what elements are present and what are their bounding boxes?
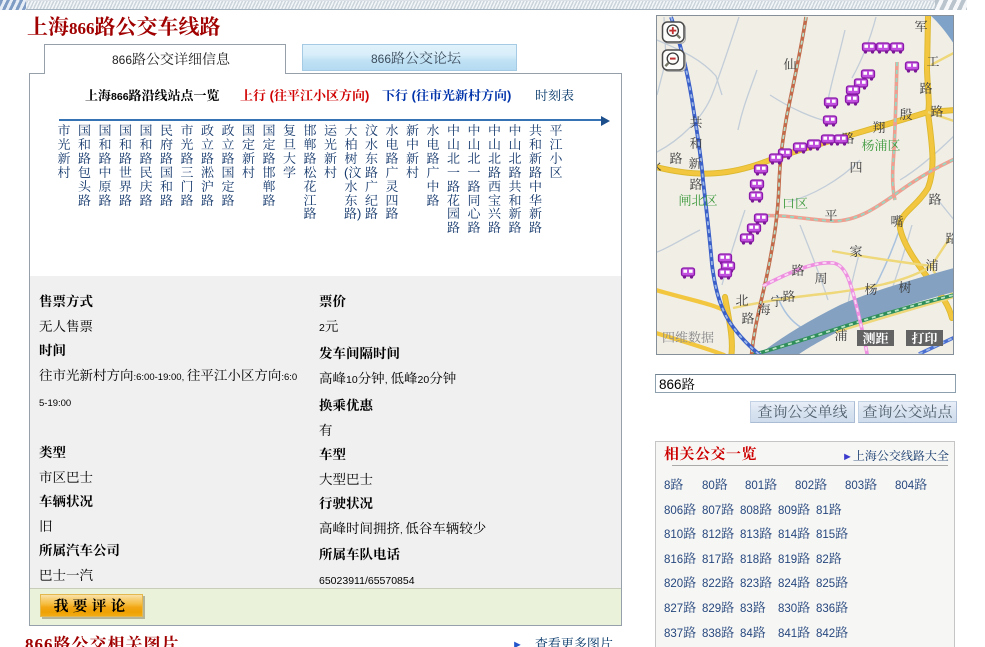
svg-text:周: 周 <box>814 268 827 287</box>
svg-text:和: 和 <box>689 133 702 152</box>
svg-text:路: 路 <box>930 101 943 120</box>
svg-text:新: 新 <box>688 153 701 172</box>
svg-text:翔: 翔 <box>872 117 885 136</box>
svg-text:路: 路 <box>741 308 754 327</box>
svg-text:路: 路 <box>945 228 954 247</box>
svg-text:浦: 浦 <box>925 255 938 274</box>
svg-text:路: 路 <box>928 189 941 208</box>
svg-text:殷: 殷 <box>899 104 912 123</box>
svg-text:共: 共 <box>689 112 702 131</box>
svg-text:杨浦区: 杨浦区 <box>861 135 900 154</box>
svg-text:树: 树 <box>898 277 911 296</box>
svg-text:仙: 仙 <box>783 54 796 73</box>
svg-text:浦: 浦 <box>834 325 847 344</box>
svg-text:路: 路 <box>791 260 804 279</box>
svg-text:北: 北 <box>735 290 748 309</box>
svg-text:四维数据: 四维数据 <box>662 327 714 346</box>
svg-text:路: 路 <box>782 286 795 305</box>
svg-text:海: 海 <box>757 299 770 318</box>
svg-text:打印: 打印 <box>911 328 937 347</box>
svg-text:工: 工 <box>926 51 939 70</box>
svg-text:宁: 宁 <box>770 291 783 310</box>
svg-text:四: 四 <box>849 157 862 176</box>
svg-text:路: 路 <box>919 78 932 97</box>
svg-text:测距: 测距 <box>862 328 888 347</box>
svg-text:路: 路 <box>669 148 682 167</box>
svg-text:家: 家 <box>849 241 862 260</box>
svg-text:军: 军 <box>914 16 927 35</box>
svg-text:嘴: 嘴 <box>890 211 903 230</box>
svg-text:杨: 杨 <box>864 279 877 298</box>
svg-text:闸北区: 闸北区 <box>678 190 717 209</box>
svg-text:平: 平 <box>824 205 837 224</box>
svg-text:口区: 口区 <box>782 193 808 212</box>
